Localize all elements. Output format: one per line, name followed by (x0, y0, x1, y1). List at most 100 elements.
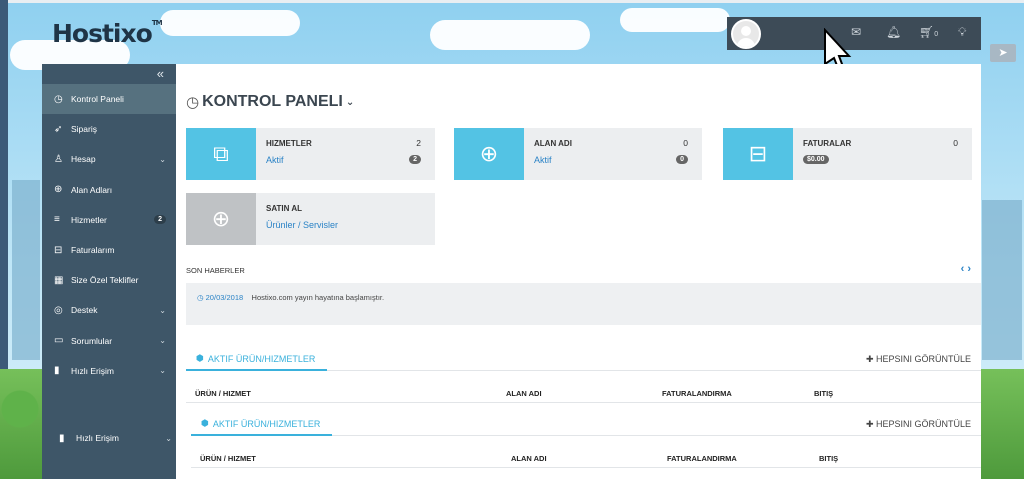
products-tabbar: ⬢ AKTIF ÜRÜN/HIZMETLER ✚ HEPSINI GÖRÜNTÜL… (186, 349, 981, 371)
chevron-down-icon: ⌄ (165, 433, 172, 443)
dashboard-icon: ◷ (186, 94, 200, 111)
server-icon: ≡ (54, 214, 60, 226)
news-item: ◷ 20/03/2018 Hostixo.com yayın hayatına … (186, 283, 981, 325)
card-title: FATURALAR (803, 139, 852, 148)
sidebar-item-hizli-erisim[interactable]: ▮ Hızlı Erişim ⌄ (42, 423, 182, 453)
envelope-icon[interactable]: ✉ (851, 25, 861, 39)
bell-icon[interactable]: 🔔︎ (886, 25, 901, 39)
card-link[interactable]: Aktif (266, 155, 425, 165)
invoice-amount-badge: $0.00 (803, 155, 829, 164)
lifebuoy-icon: ◎ (54, 304, 63, 316)
inbox-icon: ⊟ (54, 244, 63, 256)
chevron-right-icon[interactable]: › (967, 263, 971, 275)
buy-card[interactable]: ⊕ SATIN AL Ürünler / Servisler (186, 193, 435, 245)
cloud (160, 10, 300, 36)
services-card[interactable]: ⧉ HIZMETLER 2 Aktif 2 (186, 128, 435, 180)
tab-active-products[interactable]: ⬢ AKTIF ÜRÜN/HIZMETLER (191, 414, 333, 436)
products-table-header: ÜRÜN / HIZMET ALAN ADI FATURALANDIRMA BI… (186, 383, 981, 403)
calculator-icon: ▦ (54, 274, 64, 286)
news-heading: SON HABERLER (186, 266, 245, 275)
view-all-button[interactable]: ✚ HEPSINI GÖRÜNTÜLE (866, 419, 971, 430)
sidebar-item-siparis[interactable]: ➶ Sipariş (42, 114, 176, 144)
products-services-link[interactable]: Ürünler / Servisler (266, 220, 425, 230)
chevron-down-icon: ⌄ (159, 366, 166, 376)
cube-icon: ⬢ (201, 418, 209, 428)
sidebar-item-label: Kontrol Paneli (71, 94, 124, 105)
page-title[interactable]: ◷ KONTROL PANELI ⌄ (186, 93, 354, 111)
sidebar-item-alan-adlari[interactable]: ⊕ Alan Adları (42, 175, 176, 205)
column-header: ÜRÜN / HIZMET (200, 454, 256, 463)
sidebar-item-destek[interactable]: ◎ Destek ⌄ (42, 295, 176, 325)
sidebar-item-label: Sorumlular (71, 335, 113, 346)
globe-icon: ⊕ (454, 128, 524, 180)
sidebar-item-kontrol-paneli[interactable]: ◷ Kontrol Paneli (42, 84, 176, 115)
window-top-edge (0, 0, 1024, 3)
sidebar-item-label: Alan Adları (71, 184, 113, 195)
rocket-icon: ➶ (54, 123, 63, 135)
dashboard-icon: ◷ (54, 93, 63, 105)
building (982, 200, 1022, 360)
sidebar-duplicate: ▮ Hızlı Erişim ⌄ (42, 414, 182, 479)
chevron-down-icon: ⌄ (159, 154, 166, 164)
cloud (430, 20, 590, 50)
card-title: HIZMETLER (266, 139, 312, 148)
card-title: SATIN AL (266, 204, 302, 213)
news-pagination: ‹ › (961, 263, 971, 275)
bookmark-icon: ▮ (54, 365, 60, 377)
view-all-button[interactable]: ✚ HEPSINI GÖRÜNTÜLE (866, 354, 971, 365)
sidebar-item-hizmetler[interactable]: ≡ Hizmetler 2 (42, 205, 176, 235)
services-count-badge: 2 (154, 215, 166, 225)
sidebar-item-label: Sipariş (71, 124, 97, 135)
sidebar-item-label: Destek (71, 305, 98, 316)
column-header: ALAN ADI (511, 454, 547, 463)
cube-icon: ⬢ (196, 353, 204, 363)
chevron-down-icon: ⌄ (159, 305, 166, 315)
sidebar-item-hesap[interactable]: ♙ Hesap ⌄ (42, 144, 176, 174)
chevron-left-icon[interactable]: ‹ (961, 263, 965, 275)
column-header: ÜRÜN / HIZMET (195, 389, 251, 398)
brand-logo[interactable]: HostixoTM (52, 19, 163, 48)
column-header: FATURALANDIRMA (662, 389, 732, 398)
user-toolbar: ✉ 🔔︎ 🛒︎0 💡︎ (727, 17, 981, 50)
card-badge: 0 (676, 155, 688, 164)
card-count: 0 (683, 138, 688, 148)
sidebar-item-label: Hızlı Erişim (76, 433, 119, 444)
send-icon[interactable]: ➤ (990, 44, 1016, 62)
column-header: BITIŞ (814, 389, 834, 398)
building (12, 180, 40, 360)
chevron-down-icon: ⌄ (345, 96, 355, 108)
card-link[interactable]: Aktif (534, 155, 692, 165)
bookmark-icon: ▮ (59, 432, 65, 444)
user-icon: ♙ (54, 153, 63, 165)
sidebar-item-faturalarim[interactable]: ⊟ Faturalarım (42, 235, 176, 265)
domains-card[interactable]: ⊕ ALAN ADI 0 Aktif 0 (454, 128, 702, 180)
lightbulb-icon[interactable]: 💡︎ (958, 25, 966, 40)
sidebar-item-label: Hızlı Erişim (71, 365, 114, 376)
sidebar-item-label: Faturalarım (71, 245, 115, 256)
user-avatar[interactable] (731, 18, 761, 49)
card-count: 0 (953, 138, 958, 148)
cart-icon[interactable]: 🛒︎0 (919, 25, 938, 39)
sidebar-collapse-button[interactable]: « (42, 64, 176, 84)
globe-icon: ⊕ (54, 184, 63, 196)
news-date[interactable]: ◷ 20/03/2018 (197, 293, 243, 302)
chevron-down-icon: ⌄ (159, 336, 166, 346)
layers-icon: ⧉ (186, 128, 256, 180)
sidebar-item-size-ozel-teklifler[interactable]: ▦ Size Özel Teklifler (42, 265, 176, 295)
invoices-card[interactable]: ⊟ FATURALAR 0 $0.00 (723, 128, 972, 180)
plus-circle-icon: ⊕ (186, 193, 256, 245)
column-header: FATURALANDIRMA (667, 454, 737, 463)
sidebar-item-sorumlular[interactable]: ▭ Sorumlular ⌄ (42, 326, 176, 356)
news-text: Hostixo.com yayın hayatına başlamıştır. (251, 293, 385, 302)
sidebar-item-hizli-erisim[interactable]: ▮ Hızlı Erişim ⌄ (42, 356, 176, 386)
sidebar-item-label: Hesap (71, 154, 96, 165)
folder-icon: ▭ (54, 335, 64, 347)
sidebar: « ◷ Kontrol Paneli ➶ Sipariş ♙ Hesap ⌄ ⊕ Alan… (42, 64, 176, 414)
tab-active-products[interactable]: ⬢ AKTIF ÜRÜN/HIZMETLER (186, 349, 328, 371)
sidebar-item-label: Size Özel Teklifler (71, 275, 139, 286)
main-content: ◷ KONTROL PANELI ⌄ ⧉ HIZMETLER 2 Aktif 2 ⊕… (176, 64, 981, 479)
cloud (620, 8, 730, 32)
column-header: ALAN ADI (506, 389, 542, 398)
card-badge: 2 (409, 155, 421, 164)
inbox-icon: ⊟ (723, 128, 793, 180)
